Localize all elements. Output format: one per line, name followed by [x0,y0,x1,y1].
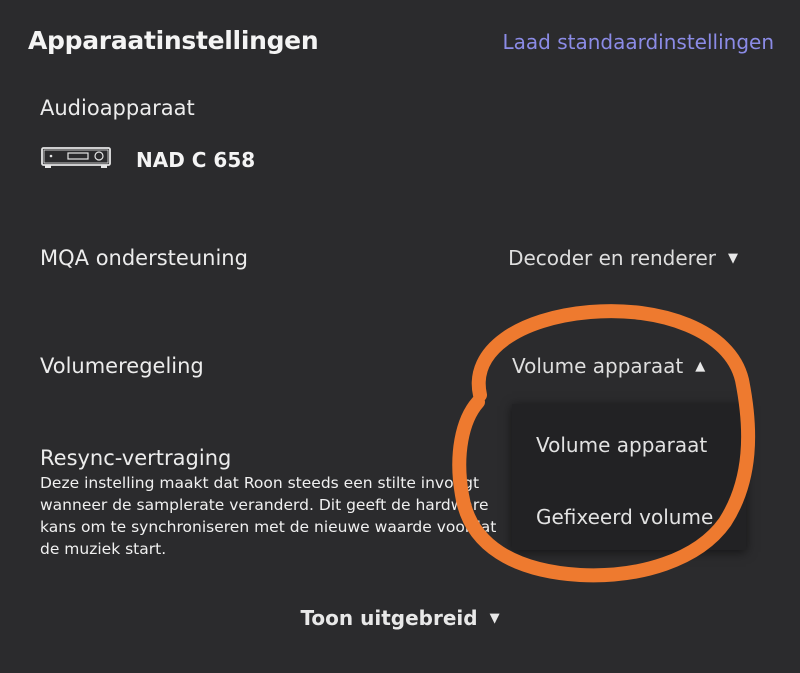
mqa-value: Decoder en renderer [508,246,716,270]
chevron-up-icon: ▲ [695,358,706,374]
page-title: Apparaatinstellingen [28,26,319,55]
device-name: NAD C 658 [136,148,256,172]
chevron-down-icon: ▼ [728,250,738,266]
resync-description: Deze instelling maakt dat Roon steeds ee… [40,474,497,558]
volume-value: Volume apparaat [512,354,684,378]
audio-device-label: Audioapparaat [40,96,195,120]
show-advanced-toggle[interactable]: Toon uitgebreid ▼ [0,606,800,630]
volume-select[interactable]: Volume apparaat ▲ [512,354,705,378]
mqa-label: MQA ondersteuning [40,246,248,270]
chevron-down-icon: ▼ [489,610,500,626]
volume-option-gefixeerd[interactable]: Gefixeerd volume [536,505,713,529]
show-advanced-label: Toon uitgebreid [300,606,478,630]
audio-device-row: NAD C 658 [40,145,255,175]
volume-dropdown-menu: Volume apparaat Gefixeerd volume [512,404,746,550]
volume-label: Volumeregeling [40,354,204,378]
load-defaults-link[interactable]: Laad standaardinstellingen [503,30,775,54]
resync-title: Resync-vertraging [40,446,232,470]
amplifier-icon [40,145,112,175]
mqa-select[interactable]: Decoder en renderer ▼ [508,246,738,270]
volume-option-apparaat[interactable]: Volume apparaat [536,433,707,457]
